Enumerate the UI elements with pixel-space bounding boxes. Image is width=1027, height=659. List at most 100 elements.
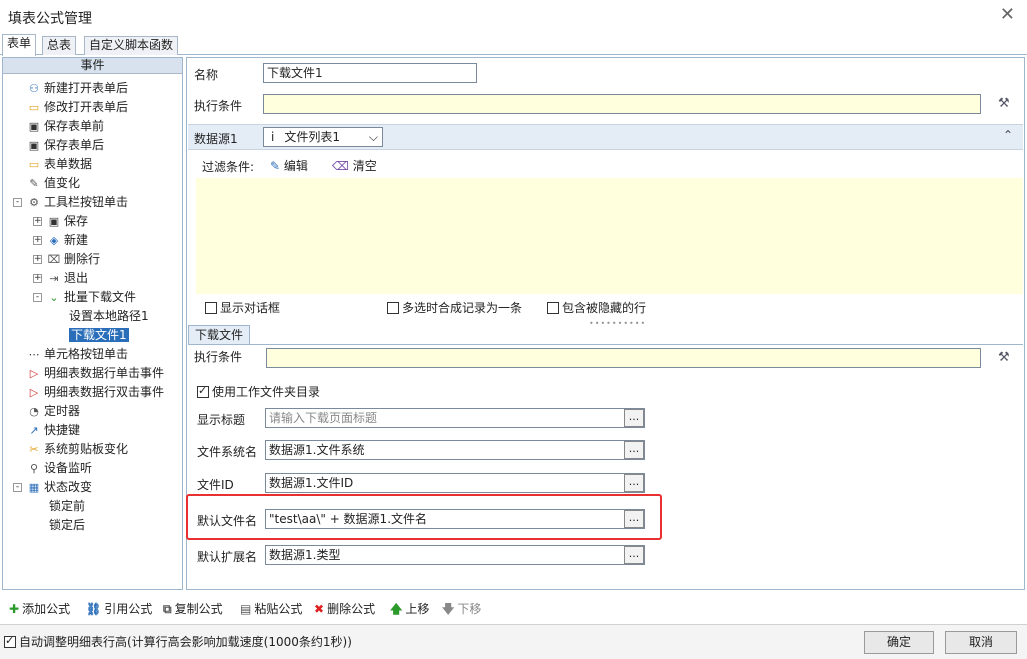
formula-wand-icon[interactable]: ⚒	[998, 96, 1010, 111]
user-add-icon: ⚇	[29, 82, 39, 95]
browse-button[interactable]: ...	[624, 409, 644, 427]
tree-item[interactable]: ▷ 明细表数据行单击事件	[27, 364, 164, 382]
include-hidden-label: 包含被隐藏的行	[562, 301, 647, 315]
tree-item[interactable]: 锁定后	[49, 516, 85, 534]
tab-custom-script[interactable]: 自定义脚本函数	[84, 36, 179, 55]
tree-item[interactable]: ↗ 快捷键	[27, 421, 80, 439]
tree-item-label: 设备监听	[44, 461, 93, 475]
clear-filter-button[interactable]: ⌫ 清空	[332, 157, 377, 174]
field-input[interactable]: 数据源1.文件系统	[265, 440, 645, 460]
tree-item-label: 系统剪贴板变化	[44, 442, 129, 456]
folder-icon: ▭	[28, 101, 40, 114]
tab-summary[interactable]: 总表	[42, 36, 77, 55]
tree-item[interactable]: ◈ 新建	[47, 231, 88, 249]
tree-item[interactable]: 下载文件1	[69, 326, 129, 344]
tree-item[interactable]: ⋯ 单元格按钮单击	[27, 345, 129, 363]
save-icon: ▣	[28, 120, 40, 133]
filter-condition-area[interactable]	[196, 178, 1023, 294]
field-label: 默认扩展名	[197, 550, 258, 564]
tree-item[interactable]: ⇥ 退出	[47, 269, 88, 287]
tree-item[interactable]: ✂ 系统剪贴板变化	[27, 440, 128, 458]
merge-records-checkbox[interactable]: 多选时合成记录为一条	[387, 299, 522, 316]
splitter-handle[interactable]: ••••••••••	[589, 319, 646, 328]
down-label: 下移	[457, 602, 482, 616]
field-input[interactable]: 请输入下载页面标题	[265, 408, 645, 428]
exec-condition-input[interactable]	[263, 94, 981, 114]
tree-item[interactable]: ◔ 定时器	[27, 402, 80, 420]
field-label: 显示标题	[197, 413, 246, 427]
tree-item[interactable]: ⚙ 工具栏按钮单击	[27, 193, 128, 211]
tree-item[interactable]: ▣ 保存表单后	[27, 136, 104, 154]
show-dialog-checkbox[interactable]: 显示对话框	[205, 299, 280, 316]
expand-icon[interactable]: +	[33, 236, 42, 245]
field-label: 文件ID	[197, 478, 234, 492]
state-icon: ▦	[28, 481, 40, 494]
paste-formula-button[interactable]: ▤ 粘贴公式	[240, 600, 302, 617]
move-up-button[interactable]: 🡅 上移	[390, 600, 429, 621]
download-exec-input[interactable]	[266, 348, 981, 368]
tree-item[interactable]: ▭ 修改打开表单后	[27, 98, 128, 116]
link-icon: ⛓	[86, 602, 102, 616]
collapse-icon[interactable]: -	[13, 198, 22, 207]
edit-label: 编辑	[283, 159, 308, 173]
tree-item[interactable]: 设置本地路径1	[69, 307, 149, 325]
edit-filter-button[interactable]: ✎ 编辑	[270, 157, 308, 174]
tree-item[interactable]: ▣ 保存表单前	[27, 117, 104, 135]
delete-formula-button[interactable]: ✖ 删除公式	[314, 600, 375, 617]
browse-button[interactable]: ...	[624, 441, 644, 459]
add-label: 添加公式	[22, 602, 71, 616]
flag-icon: ▷	[29, 367, 39, 380]
download-file-tab[interactable]: 下载文件	[188, 325, 251, 345]
browse-button[interactable]: ...	[624, 474, 644, 492]
tree-item[interactable]: 锁定前	[49, 497, 85, 515]
ok-button[interactable]: 确定	[864, 631, 934, 654]
use-workdir-label: 使用工作文件夹目录	[212, 385, 321, 399]
browse-button[interactable]: ...	[624, 546, 644, 564]
arrow-down-icon: 🡇	[442, 602, 455, 616]
add-formula-button[interactable]: ✚ 添加公式	[9, 600, 70, 617]
tree-item-label: 删除行	[64, 252, 101, 266]
shortcut-icon: ↗	[29, 424, 39, 437]
name-input[interactable]: 下载文件1	[263, 63, 477, 83]
tree-item[interactable]: ✎ 值变化	[27, 174, 80, 192]
collapse-icon[interactable]: -	[33, 293, 42, 302]
collapse-icon[interactable]: -	[13, 483, 22, 492]
expand-icon[interactable]: +	[33, 255, 42, 264]
formula-wand-icon[interactable]: ⚒	[998, 350, 1010, 365]
tab-form[interactable]: 表单	[2, 34, 37, 56]
include-hidden-checkbox[interactable]: 包含被隐藏的行	[547, 299, 646, 316]
tree-item-label: 下载文件1	[69, 328, 129, 342]
copy-formula-button[interactable]: ⧉ 复制公式	[163, 600, 223, 617]
cancel-button[interactable]: 取消	[945, 631, 1017, 654]
tree-item[interactable]: ▣ 保存	[47, 212, 88, 230]
datasource-select[interactable]: i 文件列表1 ⌵	[263, 127, 383, 147]
download-icon: ⌄	[49, 291, 59, 304]
ellipsis-icon: ⋯	[28, 348, 40, 361]
copy-label: 复制公式	[174, 602, 223, 616]
tree-item[interactable]: ▷ 明细表数据行双击事件	[27, 383, 164, 401]
tree-item[interactable]: ⚇ 新建打开表单后	[27, 79, 128, 97]
tree-item[interactable]: ⚲ 设备监听	[27, 459, 92, 477]
move-down-button[interactable]: 🡇 下移	[442, 600, 481, 621]
close-icon[interactable]: ✕	[1000, 4, 1015, 25]
expand-icon[interactable]: +	[33, 274, 42, 283]
tree-item-label: 定时器	[44, 404, 81, 418]
chevron-down-icon: ⌵	[368, 130, 378, 144]
auto-adjust-checkbox[interactable]: 自动调整明细表行高(计算行高会影响加载速度(1000条约1秒))	[4, 633, 352, 650]
edit-icon: ✎	[29, 177, 39, 190]
ref-formula-button[interactable]: ⛓ 引用公式	[86, 600, 152, 617]
expand-icon[interactable]: +	[33, 217, 42, 226]
tree-header: 事件	[3, 58, 182, 74]
collapse-icon[interactable]: ⌃	[1003, 128, 1013, 142]
tree-item[interactable]: ⌄ 批量下载文件	[47, 288, 136, 306]
tree-item[interactable]: ▭ 表单数据	[27, 155, 92, 173]
field-input[interactable]: 数据源1.类型	[265, 545, 645, 565]
copy-icon: ⧉	[163, 602, 172, 616]
merge-records-label: 多选时合成记录为一条	[402, 301, 523, 315]
exec-condition-label: 执行条件	[194, 99, 243, 113]
tree-item-label: 状态改变	[44, 480, 93, 494]
tree-item[interactable]: ▦ 状态改变	[27, 478, 92, 496]
tree-item[interactable]: ⌧ 删除行	[47, 250, 100, 268]
field-input[interactable]: 数据源1.文件ID	[265, 473, 645, 493]
use-workdir-checkbox[interactable]: 使用工作文件夹目录	[197, 383, 320, 400]
